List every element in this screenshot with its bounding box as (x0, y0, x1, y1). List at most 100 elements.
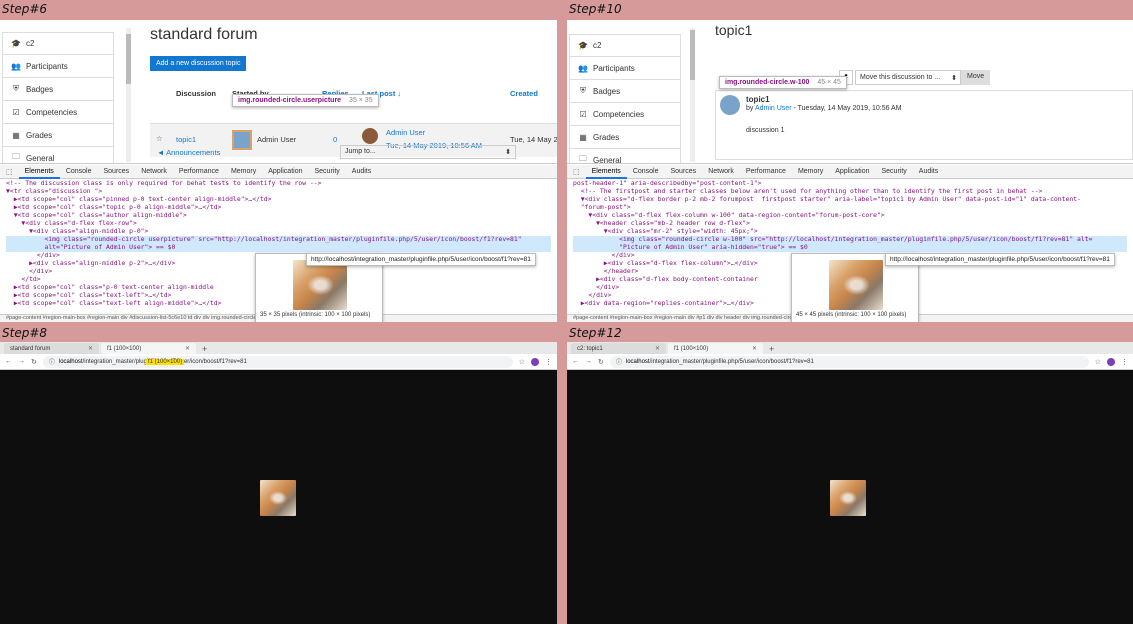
close-icon[interactable]: ✕ (655, 345, 660, 352)
menu-icon[interactable]: ⋮ (545, 358, 552, 366)
devtools-tab[interactable]: Memory (225, 168, 262, 175)
reload-icon[interactable]: ↻ (598, 358, 604, 366)
forward-icon[interactable]: → (18, 358, 25, 365)
devtools-tab[interactable]: Sources (98, 168, 136, 175)
code-line[interactable]: ▼<header class="mb-2 header row d-flex"> (573, 220, 1127, 228)
screen: 🎓 c2 👥 Participants ⛨ Badges ☑ Competencies ▦ Gra… (0, 20, 557, 322)
code-line[interactable]: ▼<td scope="col" class="author align-mid… (6, 212, 551, 220)
devtools-tab[interactable]: Memory (792, 168, 829, 175)
post-author-link[interactable]: Admin User (755, 105, 792, 112)
devtools-tab[interactable]: Sources (665, 168, 703, 175)
url-input[interactable]: ⓘ localhost/integration_master/pluginfil… (609, 355, 1089, 368)
code-line[interactable]: <img class="rounded-circle w-100" src="h… (573, 236, 1127, 244)
header-created[interactable]: Created (510, 89, 538, 98)
devtools-tab[interactable]: Performance (173, 168, 225, 175)
menu-icon[interactable]: ⋮ (1121, 358, 1128, 366)
inspect-icon[interactable]: ⬚ (0, 168, 19, 176)
new-tab-icon[interactable]: + (202, 344, 207, 354)
forward-icon[interactable]: → (585, 358, 592, 365)
url-input[interactable]: ⓘ localhost/integration_master/pluginfil… (42, 355, 513, 368)
code-line[interactable]: ▼<tr class="discussion "> (6, 188, 551, 196)
sidebar-item-label: c2 (593, 41, 602, 50)
tab[interactable]: c2: topic1 ✕ (571, 343, 666, 354)
devtools-tab[interactable]: Console (60, 168, 98, 175)
sidebar-scrollbar[interactable] (126, 28, 131, 162)
devtools-tab[interactable]: Application (829, 168, 875, 175)
devtools-tab[interactable]: Security (875, 168, 912, 175)
tab[interactable]: f1 (100×100) ✕ (668, 343, 763, 354)
sidebar-item-label: Badges (26, 84, 54, 94)
replies-count[interactable]: 0 (333, 135, 337, 144)
add-discussion-button[interactable]: Add a new discussion topic (150, 56, 247, 71)
code-line[interactable]: ▼<div class="align-middle p-0"> (6, 228, 551, 236)
sidebar-item[interactable]: 🗀 General (569, 149, 681, 163)
prev-link[interactable]: ◄ Announcements (157, 148, 220, 157)
code-line[interactable]: ▶<td scope="col" class="topic p-0 align-… (6, 204, 551, 212)
back-icon[interactable]: ← (5, 358, 12, 365)
move-select[interactable]: Move this discussion to ... ⬍ (855, 70, 961, 85)
devtools-tabs: ⬚ Elements Console Sources Network Performanc… (567, 165, 1133, 179)
new-tab-icon[interactable]: + (769, 344, 774, 354)
star-icon[interactable]: ☆ (1095, 358, 1101, 366)
profile-avatar[interactable] (1107, 357, 1115, 366)
sidebar-item[interactable]: ⛨ Badges (569, 80, 681, 103)
star-icon[interactable]: ☆ (519, 358, 525, 366)
info-icon[interactable]: ⓘ (49, 357, 55, 366)
code-line[interactable]: "forum-post"> (573, 204, 1127, 212)
code-line[interactable]: ▼<div class="mr-2" style="width: 45px;"> (573, 228, 1127, 236)
code-line[interactable]: ▼<div class="d-flex border p-2 mb-2 foru… (573, 196, 1127, 204)
sidebar-item[interactable]: 👥 Participants (569, 57, 681, 80)
devtools-tab[interactable]: Console (627, 168, 665, 175)
code-line[interactable]: <!-- The discussion class is only requir… (6, 180, 551, 188)
close-icon[interactable]: ✕ (88, 345, 93, 352)
code-line[interactable]: <!-- The firstpost and starter classes b… (573, 188, 1127, 196)
devtools-tab[interactable]: Application (262, 168, 308, 175)
sidebar-item-label: Competencies (26, 107, 78, 117)
devtools-tab[interactable]: Security (308, 168, 345, 175)
devtools-tab[interactable]: Elements (585, 165, 627, 179)
tab[interactable]: f1 (100×100) ✕ (101, 343, 196, 354)
sidebar-item[interactable]: ▦ Grades (569, 126, 681, 149)
sidebar-item[interactable]: 👥 Participants (2, 55, 114, 78)
devtools-tab[interactable]: Performance (740, 168, 792, 175)
folder-icon: 🗀 (579, 154, 587, 163)
sidebar-scrollbar[interactable] (690, 28, 695, 162)
reload-icon[interactable]: ↻ (31, 358, 37, 366)
back-icon[interactable]: ← (572, 358, 579, 365)
devtools-tab[interactable]: Network (702, 168, 740, 175)
close-icon[interactable]: ✕ (752, 345, 757, 352)
devtools-tab[interactable]: Elements (18, 165, 60, 179)
code-line[interactable]: post-header-1" aria-describedby="post-co… (573, 180, 1127, 188)
devtools-tab[interactable]: Audits (913, 168, 944, 175)
sidebar-item[interactable]: ☑ Competencies (569, 103, 681, 126)
info-icon[interactable]: ⓘ (616, 357, 622, 366)
tab[interactable]: standard forum ✕ (4, 343, 99, 354)
avatar[interactable] (232, 130, 252, 150)
tab-bar: standard forum ✕ f1 (100×100) ✕ + (0, 342, 557, 354)
created-date: Tue, 14 May 2 (510, 135, 557, 144)
sidebar-item[interactable]: ☑ Competencies (2, 101, 114, 124)
sidebar-item[interactable]: ▦ Grades (2, 124, 114, 147)
code-line[interactable]: ▼<div class="d-flex flex-row"> (6, 220, 551, 228)
code-line[interactable]: ▼<div class="d-flex flex-column w-100" d… (573, 212, 1127, 220)
sidebar-item[interactable]: ⛨ Badges (2, 78, 114, 101)
sidebar-item[interactable]: 🗀 General (2, 147, 114, 163)
profile-avatar[interactable] (531, 357, 539, 366)
jump-to-select[interactable]: Jump to... ⬍ (340, 145, 516, 159)
last-post-author[interactable]: Admin User (386, 128, 425, 137)
inspect-icon[interactable]: ⬚ (567, 168, 586, 176)
topic-link[interactable]: topic1 (176, 135, 196, 144)
move-button[interactable]: Move (961, 70, 991, 85)
sidebar-item[interactable]: 🎓 c2 (2, 32, 114, 55)
code-line[interactable]: alt="Picture of Admin User"> == $0 (6, 244, 551, 252)
close-icon[interactable]: ✕ (185, 345, 190, 352)
code-line[interactable]: ▶<td scope="col" class="pinned p-0 text-… (6, 196, 551, 204)
code-line[interactable]: "Picture of Admin User" aria-hidden="tru… (573, 244, 1127, 252)
sidebar-item[interactable]: 🎓 c2 (569, 34, 681, 57)
code-line[interactable]: <img class="rounded-circle userpicture" … (6, 236, 551, 244)
devtools-tab[interactable]: Network (135, 168, 173, 175)
browser-window: standard forum ✕ f1 (100×100) ✕ + ← → ↻ ⓘ … (0, 342, 557, 624)
sidebar-item-label: Competencies (593, 109, 645, 119)
devtools-tab[interactable]: Audits (346, 168, 377, 175)
star-icon[interactable]: ☆ (156, 134, 163, 143)
